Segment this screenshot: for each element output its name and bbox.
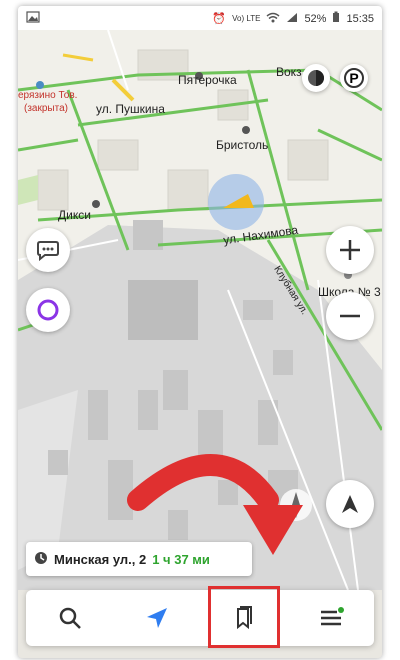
bookmarks-highlight-box — [208, 586, 280, 648]
menu-icon — [320, 607, 344, 626]
search-icon — [59, 607, 81, 629]
clock: 15:35 — [346, 12, 374, 25]
battery-icon — [332, 11, 340, 26]
battery-text: 52% — [304, 12, 327, 25]
tab-menu[interactable] — [287, 590, 374, 646]
zoom-in-button[interactable] — [326, 226, 374, 274]
route-destination: Минская ул., 2 — [54, 551, 147, 567]
phone-screen: ⏰ Vo) LTE 52% 15:35 Пятерочка Вокз ул. П… — [18, 6, 382, 658]
layers-button[interactable] — [302, 64, 330, 92]
map-view[interactable]: Пятерочка Вокз ул. Пушкина ерязино Тов. … — [18, 30, 382, 590]
signal-icon — [286, 12, 298, 26]
parking-icon: P — [344, 68, 364, 88]
parking-button[interactable]: P — [340, 64, 368, 92]
chat-icon — [37, 241, 59, 261]
label-store-closed-line1: ерязино Тов. — [18, 90, 78, 101]
label-pyaterochka: Пятерочка — [178, 73, 237, 87]
label-pushkina-street: ул. Пушкина — [96, 102, 165, 116]
plus-icon — [340, 240, 360, 260]
wifi-icon — [266, 12, 280, 26]
alice-assistant-button[interactable] — [26, 288, 70, 332]
route-duration: 1 ч 37 ми — [152, 551, 210, 567]
alice-icon — [37, 299, 59, 321]
navigator-icon — [146, 608, 167, 628]
tab-search[interactable] — [26, 590, 113, 646]
gallery-notification-icon — [26, 11, 40, 26]
status-bar: ⏰ Vo) LTE 52% 15:35 — [18, 6, 382, 30]
label-store-closed-line2: (закрыта) — [24, 103, 68, 114]
label-bristol: Бристоль — [216, 138, 269, 152]
label-diksi: Дикси — [58, 208, 91, 222]
clock-icon — [34, 551, 48, 568]
my-location-button[interactable] — [326, 480, 374, 528]
tab-navigator[interactable] — [113, 590, 200, 646]
network-indicator: Vo) LTE — [232, 14, 261, 23]
layers-icon — [308, 70, 324, 86]
label-vokzal: Вокз — [276, 65, 302, 79]
route-summary-chip[interactable]: Минская ул., 2 1 ч 37 ми — [26, 542, 252, 576]
minus-icon — [340, 314, 360, 318]
bottom-tab-bar — [26, 590, 374, 646]
zoom-out-button[interactable] — [326, 292, 374, 340]
chat-button[interactable] — [26, 228, 70, 272]
navigation-arrow-icon — [342, 495, 358, 513]
alarm-icon: ⏰ — [212, 13, 227, 25]
